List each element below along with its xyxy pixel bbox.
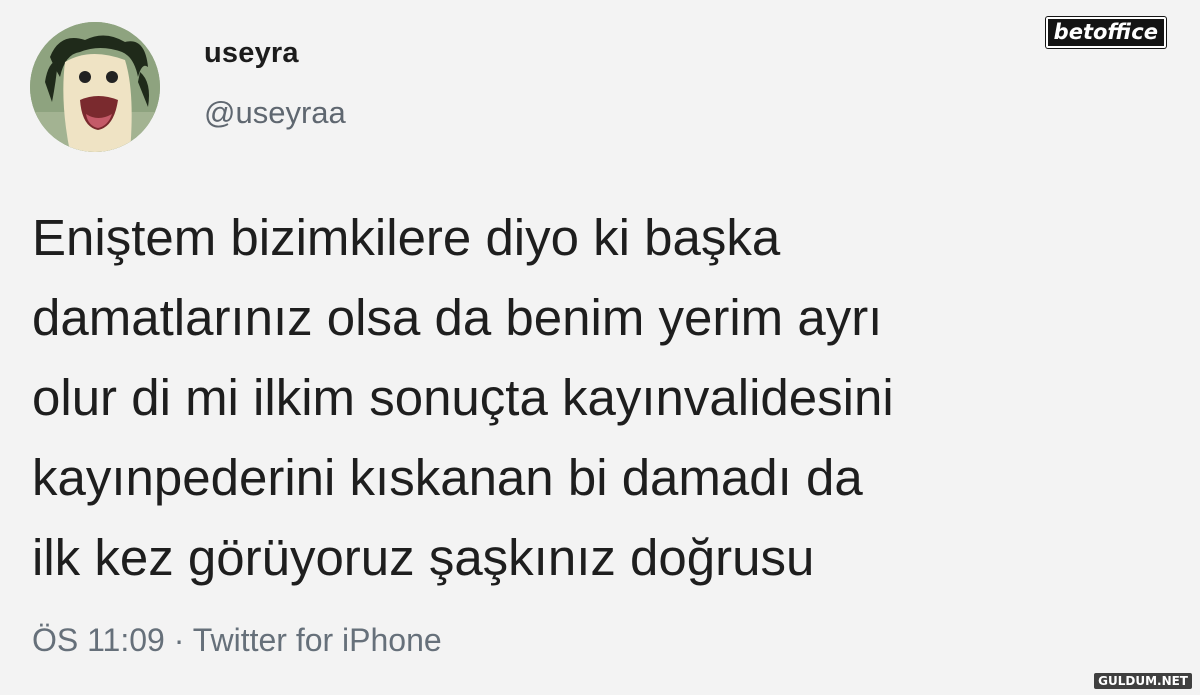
tweet-line: damatlarınız olsa da benim yerim ayrı	[32, 289, 883, 346]
tweet-time[interactable]: ÖS 11:09	[32, 622, 165, 658]
avatar[interactable]	[30, 22, 160, 152]
site-watermark: GULDUM.NET	[1094, 673, 1192, 689]
tweet-text: Eniştem bizimkilere diyo ki başka damatl…	[32, 198, 1172, 598]
tweet-card: useyra @useyraa Eniştem bizimkilere diyo…	[0, 0, 1200, 695]
author-name[interactable]: useyra	[204, 37, 299, 70]
betoffice-watermark: betoffice	[1045, 17, 1166, 48]
tweet-meta: ÖS 11:09 · Twitter for iPhone	[32, 622, 442, 659]
sock-puppet-icon	[30, 22, 160, 152]
tweet-line: Eniştem bizimkilere diyo ki başka	[32, 209, 781, 266]
author-handle[interactable]: @useyraa	[204, 95, 346, 131]
meta-separator: ·	[164, 622, 193, 658]
tweet-source[interactable]: Twitter for iPhone	[193, 622, 442, 658]
tweet-line: ilk kez görüyoruz şaşkınız doğrusu	[32, 529, 815, 586]
tweet-line: kayınpederini kıskanan bi damadı da	[32, 449, 863, 506]
tweet-line: olur di mi ilkim sonuçta kayınvalidesini	[32, 369, 894, 426]
